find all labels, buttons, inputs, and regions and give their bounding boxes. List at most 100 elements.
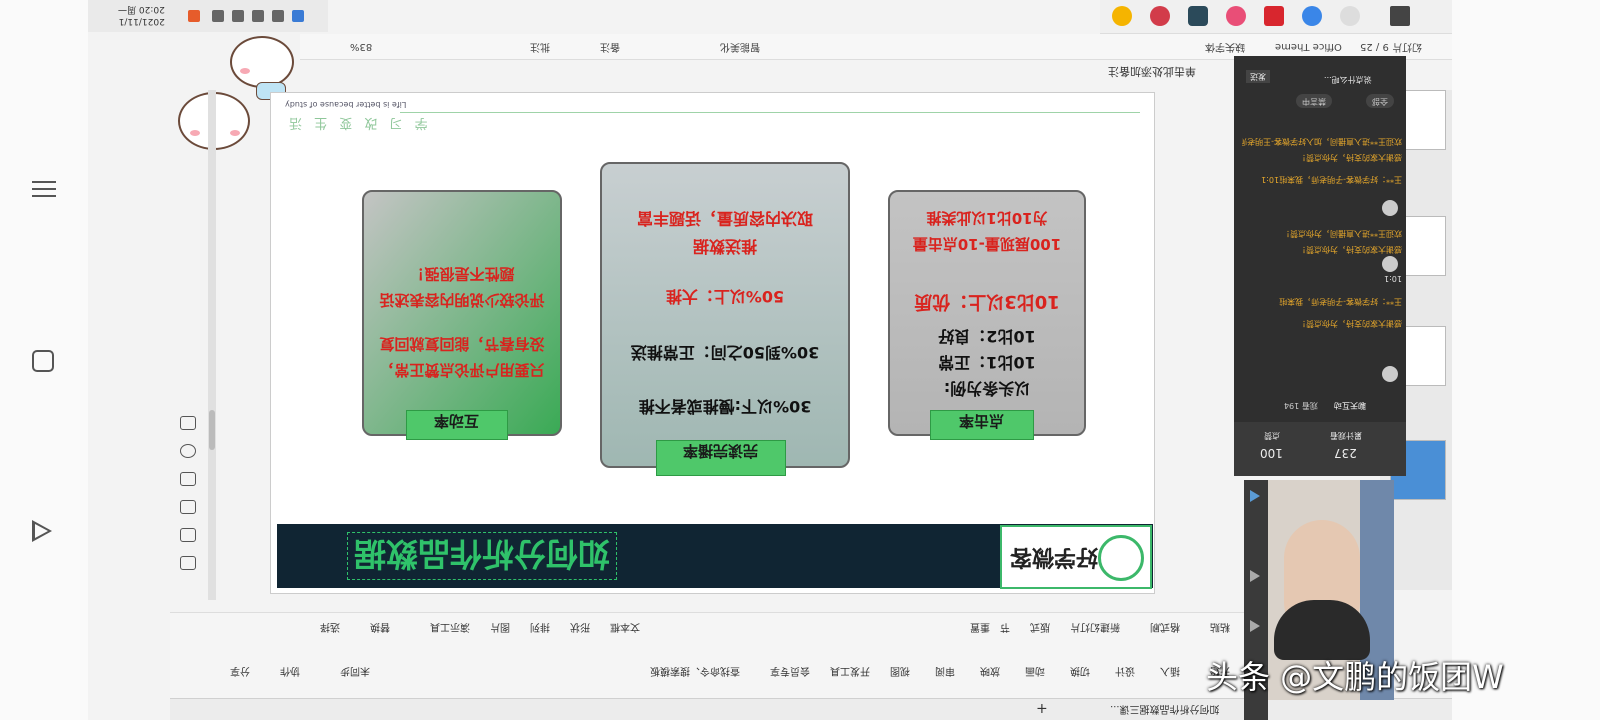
sync-status[interactable]: 未同步: [340, 665, 370, 680]
app-terminal-icon[interactable]: [1188, 6, 1208, 26]
app-messenger-icon[interactable]: [1302, 6, 1322, 26]
new-slide-button[interactable]: 新建幻灯片: [1070, 621, 1120, 636]
command-search[interactable]: 查找命令、搜索模板: [650, 665, 740, 680]
play-icon[interactable]: [1250, 620, 1260, 632]
play-icon[interactable]: [1250, 490, 1260, 502]
app-pinterest-icon[interactable]: [1150, 6, 1170, 26]
windows-start-icon[interactable]: [1390, 6, 1410, 26]
tab-member[interactable]: 会员专享: [770, 665, 810, 680]
tool-crop-icon[interactable]: [180, 472, 196, 486]
card-completion-rate[interactable]: 完读完播率 30%以下:慢推或者不推 30%到50之间：正常推送 50%以上：大…: [600, 162, 850, 476]
card-line: 30%到50之间：正常推送: [630, 343, 820, 362]
app-wps-icon[interactable]: [1264, 6, 1284, 26]
chat-input[interactable]: 说点什么吧...: [1324, 74, 1372, 85]
zoom-level[interactable]: 83%: [350, 41, 372, 52]
tab-insert[interactable]: 插入: [1160, 665, 1180, 680]
tab-design[interactable]: 设计: [1115, 665, 1135, 680]
layout-button[interactable]: 版式: [1030, 621, 1050, 636]
chat-stats: 累计观看 237 点赞 100: [1234, 422, 1406, 476]
tab-transition[interactable]: 切换: [1070, 665, 1090, 680]
vertical-scrollbar[interactable]: [208, 90, 216, 600]
document-tab[interactable]: 如何分析作品数据三课...: [1110, 703, 1220, 718]
tool-palette-icon[interactable]: [180, 556, 196, 570]
tab-viewers[interactable]: 观看 194: [1284, 400, 1318, 411]
tab-animation[interactable]: 动画: [1025, 665, 1045, 680]
tray-settings-icon[interactable]: [212, 10, 224, 22]
filter-all-toggle[interactable]: 全部: [1366, 94, 1394, 108]
tool-image-icon[interactable]: [180, 416, 196, 430]
chat-avatar: [1382, 200, 1398, 216]
card-line: 30%以下:慢推或者不推: [638, 397, 812, 416]
tab-developer[interactable]: 开发工具: [830, 665, 870, 680]
chat-message: 欢迎王**进入直播间，加入好学微客-王明老师: [1242, 137, 1402, 146]
notes-bar[interactable]: 单击此处添加备注: [1100, 60, 1220, 80]
phone-right-bezel: [1452, 0, 1600, 720]
slide-subtitle: 学 习 改 变 生 活: [285, 115, 428, 130]
picture-button[interactable]: 图片: [490, 621, 510, 636]
home-icon[interactable]: [32, 350, 54, 372]
card-click-rate[interactable]: 点击率 以头条为例: 10比1：正常 10比2：良好 10比3以上：优质 100…: [888, 190, 1086, 440]
toggle-label: 禁言中: [1302, 97, 1326, 106]
search-icon[interactable]: [1340, 6, 1360, 26]
globe-icon: [1098, 535, 1144, 581]
stat-label: 点赞: [1264, 431, 1280, 440]
tray-app2-icon[interactable]: [292, 10, 304, 22]
section-button[interactable]: 节: [1000, 621, 1010, 636]
badge-label: 点击率: [959, 412, 1005, 430]
slide-divider: [400, 112, 1140, 113]
notes-hint: 单击此处添加备注: [1108, 65, 1196, 78]
smart-beautify-button[interactable]: 智能美化: [720, 41, 760, 56]
network-icon[interactable]: [252, 10, 264, 22]
select-button[interactable]: 选择: [320, 621, 340, 636]
toggle-label: 全部: [1372, 97, 1388, 106]
new-tab-button[interactable]: +: [1036, 700, 1048, 716]
tool-circle-icon[interactable]: [180, 444, 196, 458]
tab-review[interactable]: 审阅: [935, 665, 955, 680]
replace-button[interactable]: 替换: [370, 621, 390, 636]
tab-view[interactable]: 视图: [890, 665, 910, 680]
presentation-tools-button[interactable]: 演示工具: [430, 621, 470, 636]
reset-button[interactable]: 重置: [970, 621, 990, 636]
back-icon[interactable]: [32, 520, 52, 542]
stat-value: 237: [1334, 446, 1357, 460]
menu-icon[interactable]: [32, 176, 56, 200]
comments-button[interactable]: 批注: [530, 41, 550, 56]
missing-fonts[interactable]: 缺失字体: [1205, 41, 1245, 56]
stat-value: 100: [1260, 446, 1283, 460]
app-chrome-icon[interactable]: [1112, 6, 1132, 26]
clock: 2021/11/1 20:20 周一: [118, 3, 165, 27]
shape-button[interactable]: 形状: [570, 621, 590, 636]
tray-app-icon[interactable]: [188, 10, 200, 22]
tool-sliders-icon[interactable]: [180, 528, 196, 542]
tab-slideshow[interactable]: 放映: [980, 665, 1000, 680]
card-interaction-rate[interactable]: 互动率 只要用户评论点赞正常， 没有春节，能回复就回复 评论较少说明内容表述话 …: [362, 190, 562, 440]
chat-message: 王**：好学微客-子明老师，我来啦10:1: [1261, 175, 1402, 184]
tab-chat[interactable]: 聊天互动: [1334, 400, 1366, 411]
logo-text: 好学微客: [1010, 544, 1099, 569]
textbox-button[interactable]: 文本框: [610, 621, 640, 636]
card-line: 题性不是很强！: [409, 265, 515, 283]
send-button[interactable]: 发送: [1246, 70, 1270, 83]
clock-date: 2021/11/1: [118, 16, 165, 26]
volume-icon[interactable]: [232, 10, 244, 22]
badge-label: 完读完播率: [683, 442, 759, 460]
collaborate-button[interactable]: 协作: [280, 665, 300, 680]
notes-button[interactable]: 备注: [600, 41, 620, 56]
card-line: 100展现量-10点击量: [912, 235, 1062, 253]
card-line: 以头条为例:: [943, 379, 1031, 398]
paste-button[interactable]: 粘贴: [1210, 621, 1230, 636]
format-painter-button[interactable]: 格式刷: [1150, 621, 1180, 636]
chat-message: 10:1: [1384, 274, 1402, 283]
tool-star-icon[interactable]: [180, 500, 196, 514]
share-button[interactable]: 分享: [230, 665, 250, 680]
play-icon[interactable]: [1250, 570, 1260, 582]
banner-title: 如何分析作品数据: [347, 532, 618, 580]
badge-completion-rate: 完读完播率: [656, 440, 786, 476]
card-line: 10比1：正常: [938, 353, 1036, 372]
app-browser-icon[interactable]: [1226, 6, 1246, 26]
chat-avatar: [1382, 366, 1398, 382]
clock-time: 20:20 周一: [118, 4, 165, 14]
arrange-button[interactable]: 排列: [530, 621, 550, 636]
card-line: 50%以上：大推: [665, 287, 785, 306]
filter-muted-toggle[interactable]: 禁言中: [1296, 94, 1332, 108]
